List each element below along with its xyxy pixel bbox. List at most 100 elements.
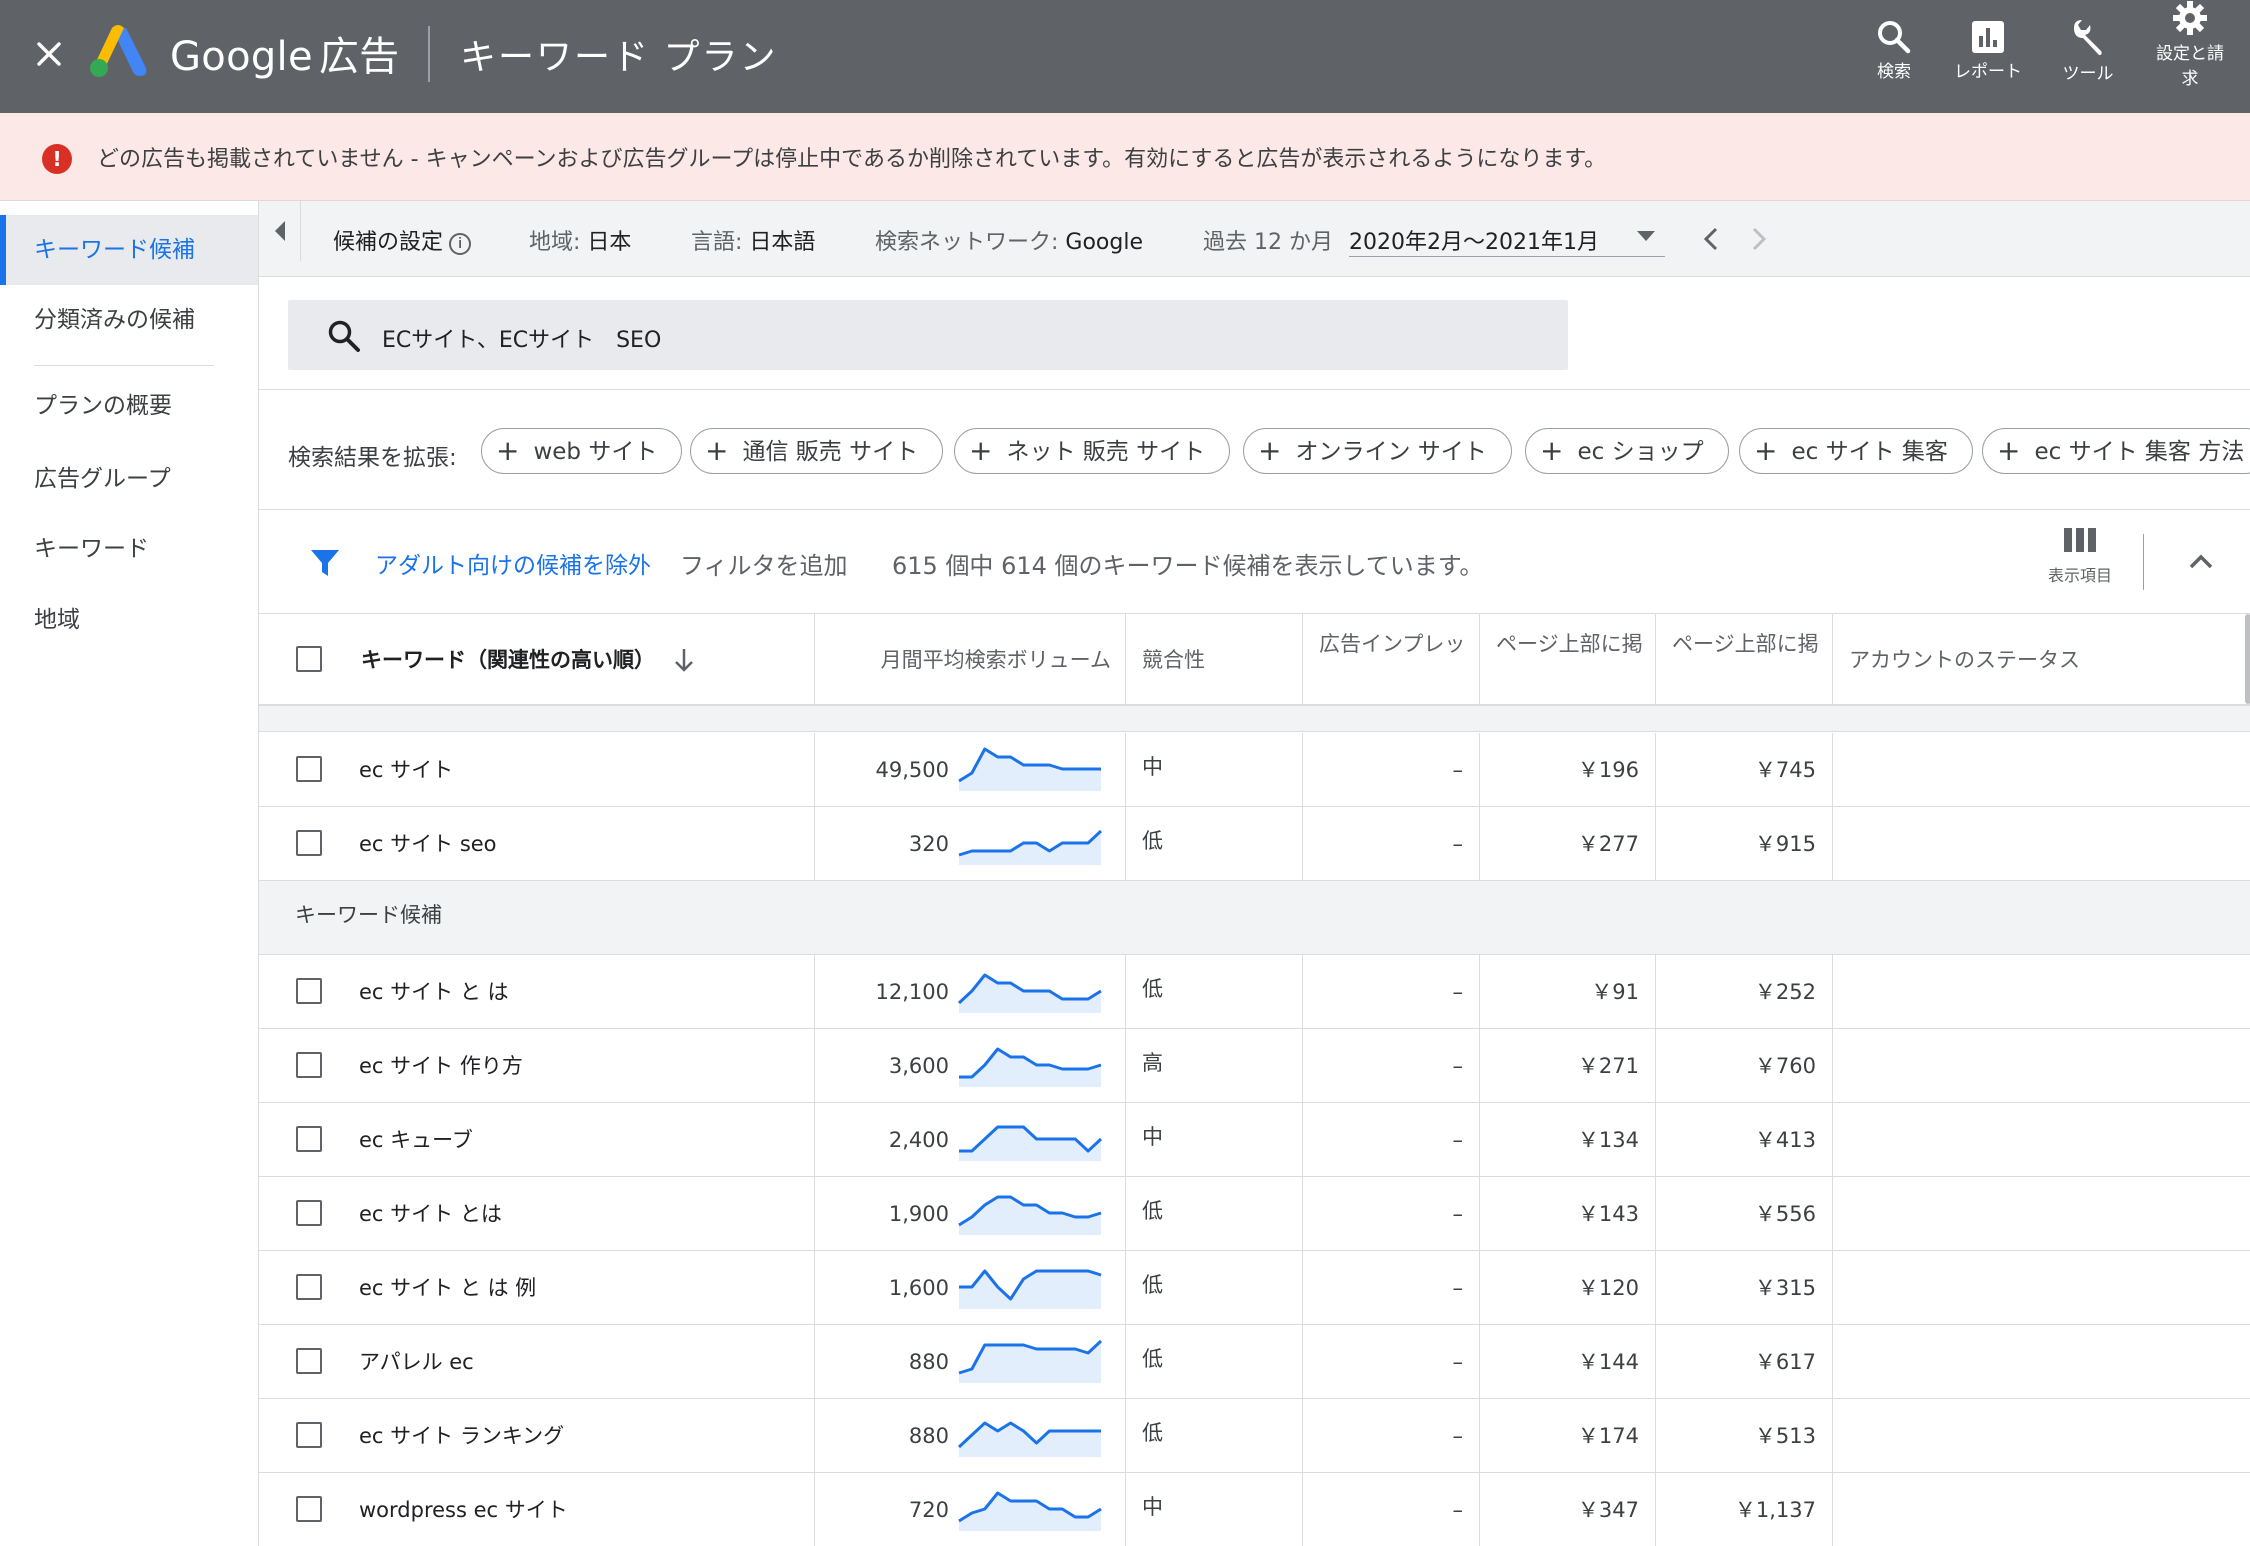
row-checkbox[interactable] — [296, 1126, 322, 1152]
filter-icon[interactable] — [309, 548, 341, 578]
sidebar: キーワード候補 分類済みの候補 プランの概要 広告グループ キーワード 地域 — [0, 201, 258, 1546]
table-row[interactable]: ec サイト ランキング 880 低 – ￥174 ￥513 — [259, 1399, 2250, 1473]
sidebar-item-keywords[interactable]: キーワード — [0, 514, 258, 584]
header-keyword[interactable]: キーワード（関連性の高い順） — [259, 614, 815, 706]
keyword-cell: ec サイト ランキング — [259, 1399, 815, 1473]
title-divider — [428, 26, 430, 82]
keyword-text: wordpress ec サイト — [359, 1498, 568, 1522]
keyword-search-input[interactable]: ECサイト、ECサイト SEO — [288, 300, 1568, 370]
columns-label: 表示項目 — [2047, 566, 2112, 585]
bid-high-cell: ￥513 — [1656, 1399, 1833, 1473]
row-checkbox[interactable] — [296, 1496, 322, 1522]
sidebar-item-locations[interactable]: 地域 — [0, 585, 258, 655]
row-checkbox[interactable] — [296, 1422, 322, 1448]
header-competition[interactable]: 競合性 — [1126, 614, 1303, 706]
search-value: ECサイト、ECサイト SEO — [382, 328, 662, 353]
gear-icon — [2173, 1, 2207, 35]
volume-cell: 3,600 — [815, 1029, 1126, 1103]
exclude-adult-filter[interactable]: アダルト向けの候補を除外 — [375, 546, 651, 580]
row-checkbox[interactable] — [296, 978, 322, 1004]
date-range-select[interactable]: 2020年2月～2021年1月 — [1349, 213, 1665, 257]
header-account-status[interactable]: アカウントのステータス — [1833, 614, 2250, 706]
expand-chip[interactable]: + ec サイト 集客 方法 — [1982, 428, 2250, 474]
topnav-search[interactable]: 検索 — [1862, 0, 1926, 113]
trend-sparkline — [959, 1047, 1102, 1087]
expand-chip[interactable]: + オンライン サイト — [1243, 428, 1512, 474]
trend-sparkline — [958, 747, 1101, 791]
table-row[interactable]: ec サイト seo 320 低 – ￥277 ￥915 — [259, 807, 2250, 881]
row-checkbox[interactable] — [296, 756, 322, 782]
table-row[interactable]: ec サイト と は 例 1,600 低 – ￥120 ￥315 — [259, 1251, 2250, 1325]
table-row[interactable]: ec キューブ 2,400 中 – ￥134 ￥413 — [259, 1103, 2250, 1177]
location-setting[interactable]: 地域: 日本 — [529, 224, 631, 256]
table-row[interactable]: wordpress ec サイト 720 中 – ￥347 ￥1,137 — [259, 1473, 2250, 1546]
row-checkbox[interactable] — [296, 1200, 322, 1226]
top-bar: Google 広告 キーワード プラン 検索 レポート ツール 設定と請 求 — [0, 0, 2250, 113]
impression-share-cell: – — [1303, 1473, 1480, 1546]
plus-icon: + — [496, 434, 520, 467]
header-volume[interactable]: 月間平均検索ボリューム — [815, 614, 1126, 706]
alert-banner: ! どの広告も掲載されていません - キャンペーンおよび広告グループは停止中であ… — [0, 113, 2250, 201]
collapse-sidebar-button[interactable] — [259, 201, 301, 261]
competition-cell: 低 — [1126, 1251, 1303, 1325]
wrench-icon — [2074, 20, 2102, 55]
volume-value: 2,400 — [888, 1128, 949, 1152]
table-row[interactable]: ec サイト と は 12,100 低 – ￥91 ￥252 — [259, 955, 2250, 1029]
info-icon[interactable]: i — [449, 233, 472, 255]
expand-chip[interactable]: + ec ショップ — [1525, 428, 1729, 474]
row-checkbox[interactable] — [296, 830, 322, 856]
bid-low-cell: ￥277 — [1480, 807, 1656, 881]
expand-chip-label: ec サイト 集客 方法 — [2034, 439, 2245, 465]
topnav-tools[interactable]: ツール — [2048, 0, 2128, 113]
row-checkbox[interactable] — [296, 1348, 322, 1374]
volume-cell: 880 — [815, 1399, 1126, 1473]
header-bid-high[interactable]: ページ上部に掲 — [1656, 614, 1833, 706]
close-button[interactable] — [24, 24, 74, 84]
columns-button[interactable]: 表示項目 — [2035, 528, 2125, 598]
expand-chip-label: ネット 販売 サイト — [1006, 439, 1206, 465]
expand-chip[interactable]: + ネット 販売 サイト — [954, 428, 1231, 474]
plus-icon: + — [1997, 434, 2021, 467]
table-header: キーワード（関連性の高い順） 月間平均検索ボリューム 競合性 広告インプレッ ペ… — [259, 614, 2250, 706]
keyword-text: ec サイト seo — [359, 832, 497, 856]
add-filter-button[interactable]: フィルタを追加 — [680, 546, 848, 581]
network-setting[interactable]: 検索ネットワーク: Google — [875, 224, 1143, 256]
bid-high-cell: ￥915 — [1656, 807, 1833, 881]
table-row[interactable]: アパレル ec 880 低 – ￥144 ￥617 — [259, 1325, 2250, 1399]
volume-value: 720 — [908, 1498, 949, 1522]
row-checkbox[interactable] — [296, 1052, 322, 1078]
date-range-value: 2020年2月～2021年1月 — [1349, 230, 1599, 255]
chevron-up-icon[interactable] — [2185, 546, 2217, 578]
expand-chip[interactable]: + 通信 販売 サイト — [690, 428, 944, 474]
expand-chip[interactable]: + web サイト — [481, 428, 683, 474]
select-all-checkbox[interactable] — [296, 646, 322, 672]
expand-chip[interactable]: + ec サイト 集客 — [1739, 428, 1973, 474]
keyword-text: ec サイト ランキング — [359, 1424, 565, 1448]
header-bid-low[interactable]: ページ上部に掲 — [1480, 614, 1656, 706]
sidebar-item-grouped-ideas[interactable]: 分類済みの候補 — [0, 285, 258, 355]
keyword-text: ec サイト と は — [359, 980, 509, 1004]
row-checkbox[interactable] — [296, 1274, 322, 1300]
impression-share-cell: – — [1303, 1177, 1480, 1251]
sidebar-item-plan-overview[interactable]: プランの概要 — [0, 371, 258, 441]
table-scrollbar[interactable] — [2245, 614, 2250, 704]
topnav-report[interactable]: レポート — [1948, 0, 2028, 113]
plus-icon: + — [1540, 434, 1564, 467]
volume-value: 320 — [908, 832, 949, 856]
sidebar-item-ad-groups[interactable]: 広告グループ — [0, 444, 258, 514]
account-status-cell — [1833, 955, 2250, 1029]
language-setting[interactable]: 言語: 日本語 — [691, 224, 815, 256]
table-row[interactable]: ec サイト 作り方 3,600 高 – ￥271 ￥760 — [259, 1029, 2250, 1103]
sidebar-item-keyword-ideas[interactable]: キーワード候補 — [0, 215, 258, 285]
prev-period-button[interactable] — [1695, 221, 1727, 257]
topnav-report-label: レポート — [1954, 62, 2022, 82]
table-row[interactable]: ec サイト とは 1,900 低 – ￥143 ￥556 — [259, 1177, 2250, 1251]
competition-cell: 低 — [1126, 807, 1303, 881]
table-row[interactable]: ec サイト 49,500 中 – ￥196 ￥745 — [259, 733, 2250, 807]
volume-value: 880 — [908, 1350, 949, 1374]
settings-title[interactable]: 候補の設定 i — [333, 224, 472, 256]
topnav-settings[interactable]: 設定と請 求 — [2148, 0, 2232, 113]
header-impression-share[interactable]: 広告インプレッ — [1303, 614, 1480, 706]
next-period-button[interactable] — [1743, 221, 1775, 257]
competition-cell: 中 — [1126, 1103, 1303, 1177]
